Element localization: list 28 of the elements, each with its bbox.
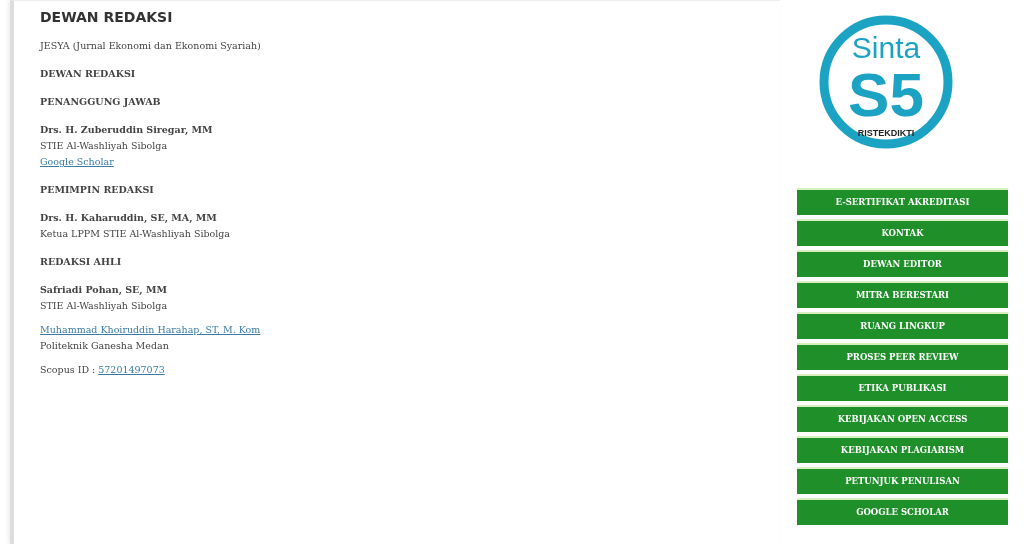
section-heading: REDAKSI AHLI bbox=[40, 255, 123, 269]
profile-link[interactable]: Google Scholar bbox=[40, 156, 114, 167]
affiliation-text: STIE Al-Washliyah Sibolga bbox=[40, 299, 169, 313]
affiliation-text: Ketua LPPM STIE Al-Washliyah Sibolga bbox=[40, 227, 232, 241]
section-heading: PEMIMPIN REDAKSI bbox=[40, 183, 155, 197]
affiliation-text: Politeknik Ganesha Medan bbox=[40, 339, 170, 353]
editor-name: Safriadi Pohan, SE, MM bbox=[40, 283, 168, 297]
scopus-label: Scopus ID : bbox=[40, 364, 97, 375]
menu-button[interactable]: E-SERTIFIKAT AKREDITASI bbox=[797, 188, 1008, 215]
menu-button[interactable]: PETUNJUK PENULISAN bbox=[797, 467, 1008, 494]
menu-button[interactable]: PROSES PEER REVIEW bbox=[797, 343, 1008, 370]
editor-name: Drs. H. Kaharuddin, SE, MA, MM bbox=[40, 211, 218, 225]
menu-button[interactable]: DEWAN EDITOR bbox=[797, 250, 1008, 277]
section-heading: PENANGGUNG JAWAB bbox=[40, 95, 162, 109]
journal-name: JESYA (Jurnal Ekonomi dan Ekonomi Syariah) bbox=[40, 39, 262, 53]
scopus-id-link[interactable]: 57201497073 bbox=[98, 364, 165, 375]
profile-link[interactable]: Muhammad Khoiruddin Harahap, ST, M. Kom bbox=[40, 324, 261, 335]
menu-button[interactable]: ETIKA PUBLIKASI bbox=[797, 374, 1008, 401]
section-heading: DEWAN REDAKSI bbox=[40, 67, 137, 81]
page-title: DEWAN REDAKSI bbox=[40, 8, 174, 27]
menu-button[interactable]: GOOGLE SCHOLAR bbox=[797, 498, 1008, 525]
menu-button[interactable]: KEBIJAKAN PLAGIARISM bbox=[797, 436, 1008, 463]
menu-button[interactable]: KONTAK bbox=[797, 219, 1008, 246]
menu-button[interactable]: RUANG LINGKUP bbox=[797, 312, 1008, 339]
editor-name: Drs. H. Zuberuddin Siregar, MM bbox=[40, 123, 214, 137]
menu-button[interactable]: MITRA BERESTARI bbox=[797, 281, 1008, 308]
affiliation-text: STIE Al-Washliyah Sibolga bbox=[40, 139, 169, 153]
menu-button[interactable]: KEBIJAKAN OPEN ACCESS bbox=[797, 405, 1008, 432]
